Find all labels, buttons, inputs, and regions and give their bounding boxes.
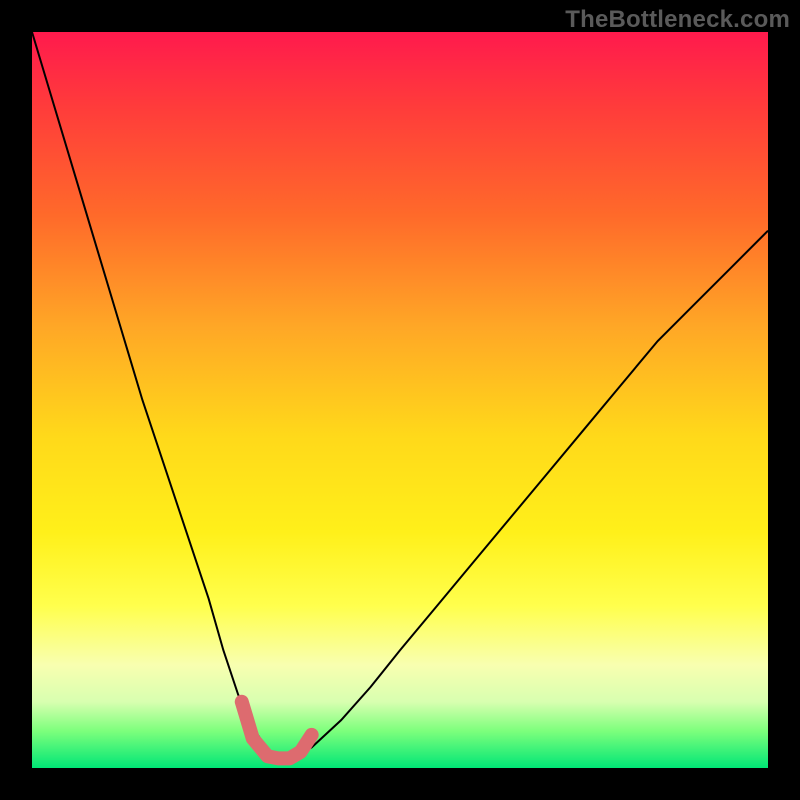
highlight-minimum (242, 702, 312, 759)
watermark-text: TheBottleneck.com (565, 6, 790, 34)
bottleneck-curve (32, 32, 768, 758)
chart-frame: { "watermark": "TheBottleneck.com", "cha… (0, 0, 800, 800)
chart-svg (32, 32, 768, 768)
plot-area (32, 32, 768, 768)
